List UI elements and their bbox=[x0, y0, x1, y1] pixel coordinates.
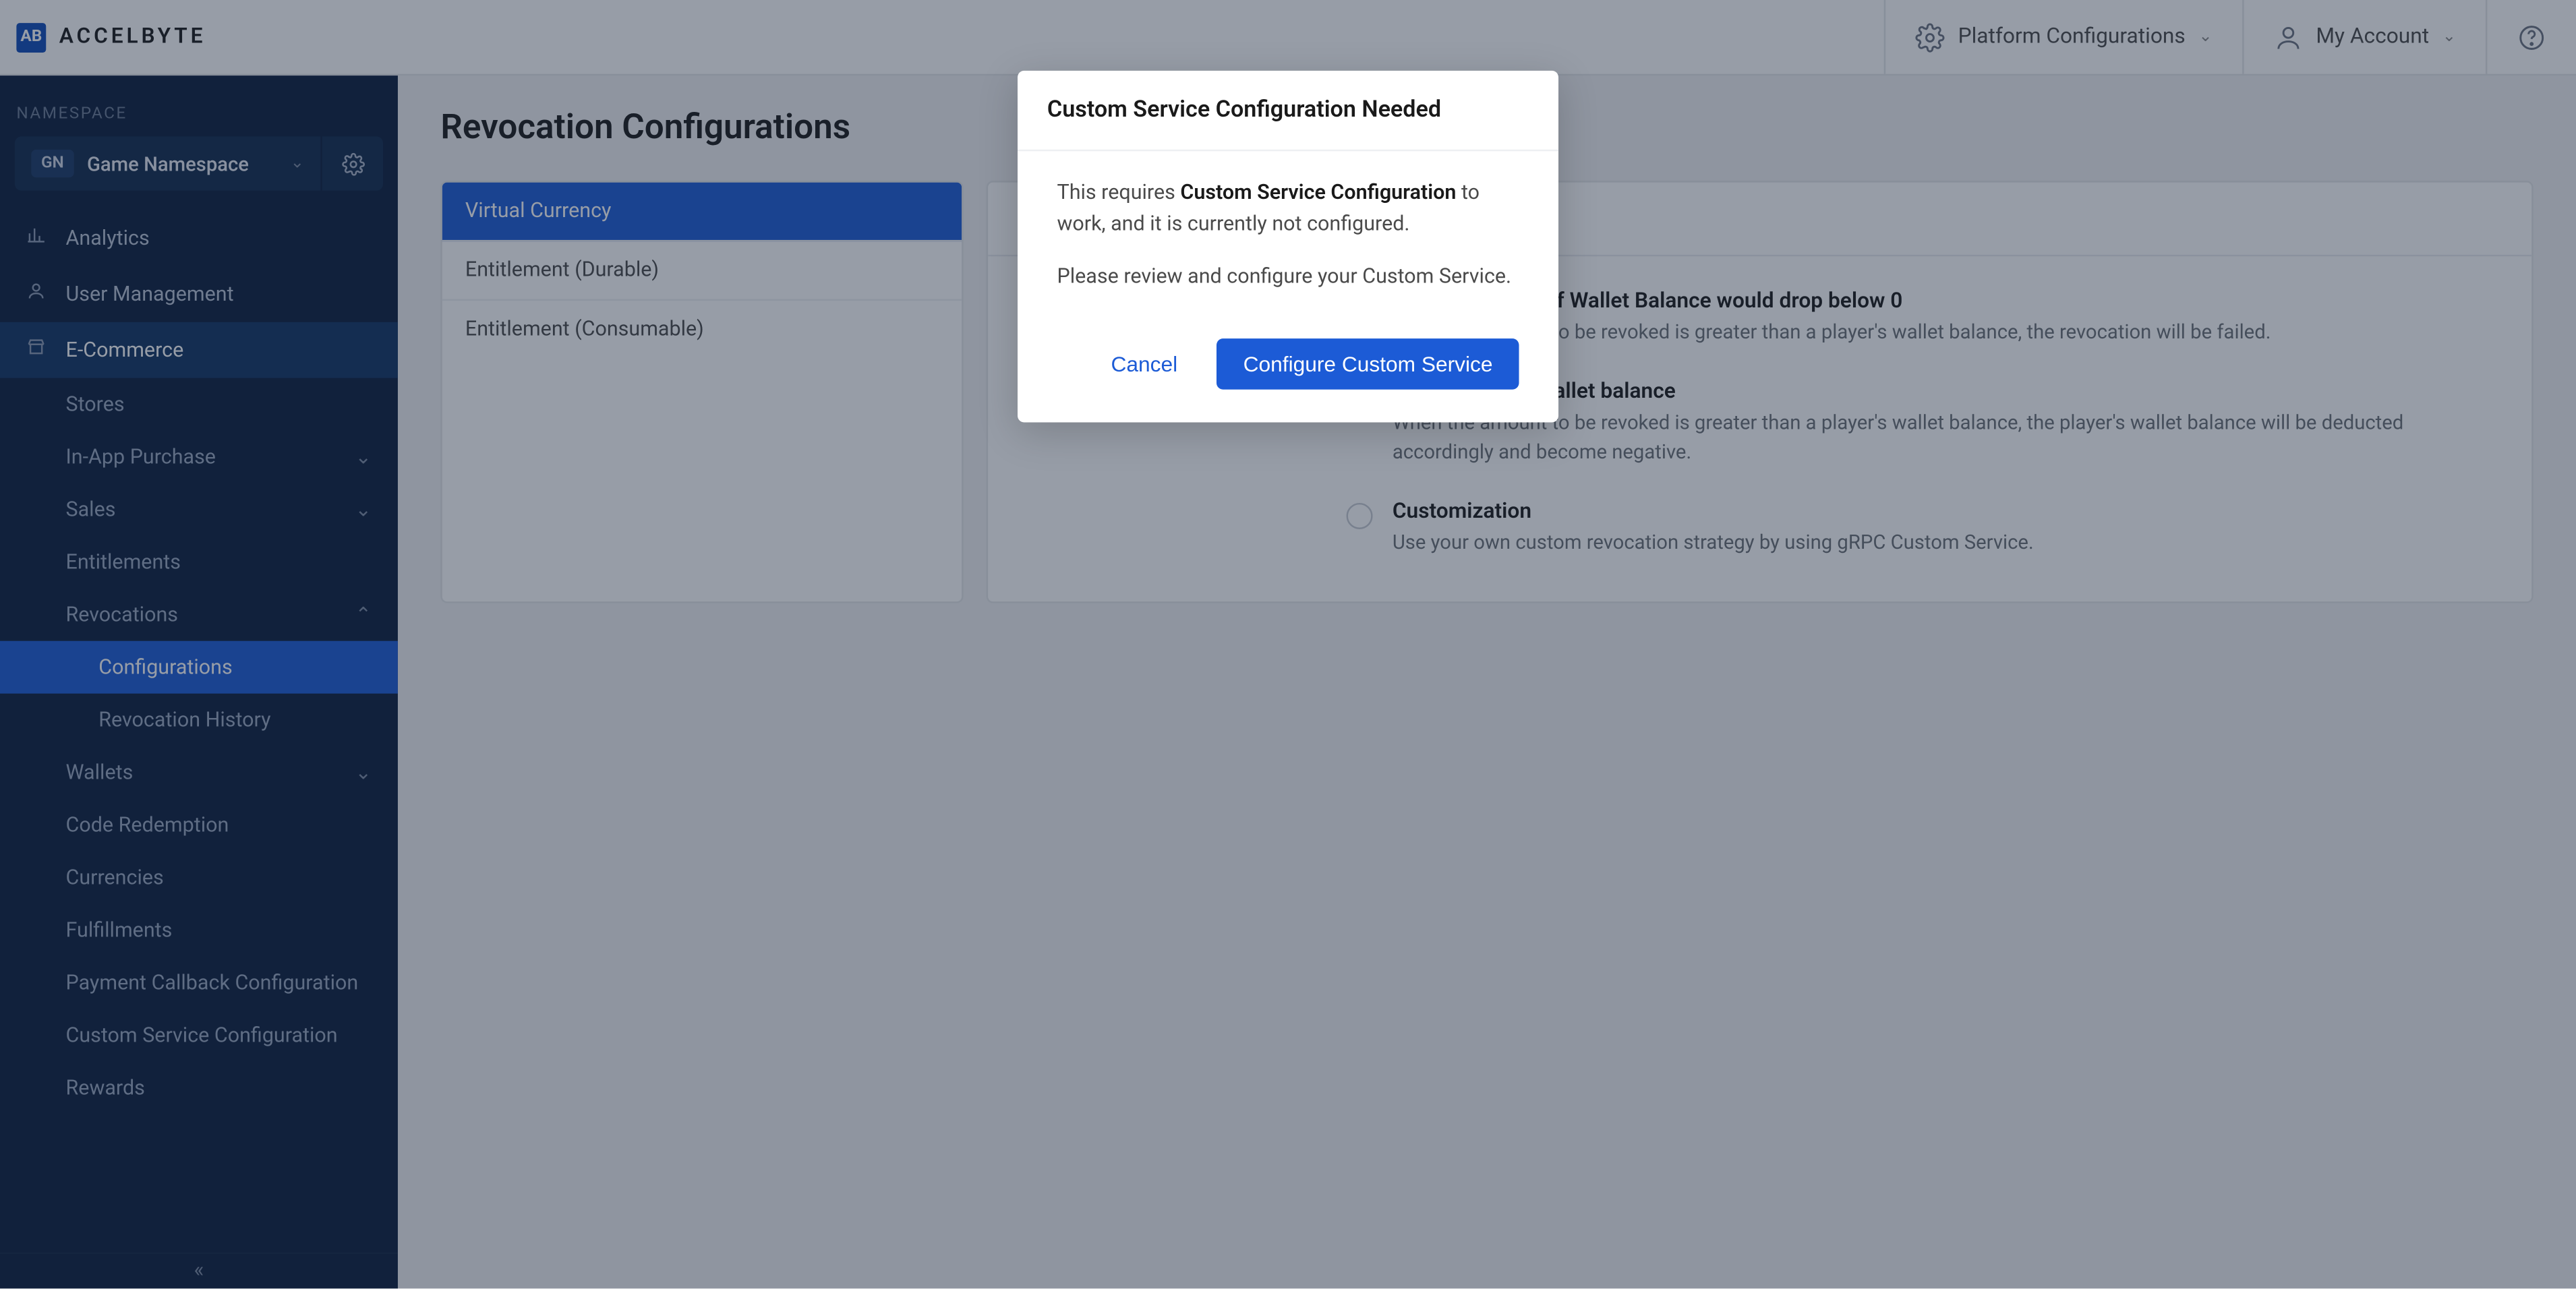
modal-title: Custom Service Configuration Needed bbox=[1018, 71, 1558, 151]
modal-text: This requires bbox=[1057, 181, 1181, 206]
modal-body: This requires Custom Service Configurati… bbox=[1018, 151, 1558, 326]
configure-custom-service-button[interactable]: Configure Custom Service bbox=[1217, 338, 1519, 390]
modal-text-strong: Custom Service Configuration bbox=[1180, 181, 1456, 206]
modal-custom-service-needed: Custom Service Configuration Needed This… bbox=[1018, 71, 1558, 423]
modal-text: Please review and configure your Custom … bbox=[1057, 261, 1519, 293]
modal-overlay: Custom Service Configuration Needed This… bbox=[0, 0, 2576, 1288]
cancel-button[interactable]: Cancel bbox=[1084, 338, 1204, 390]
